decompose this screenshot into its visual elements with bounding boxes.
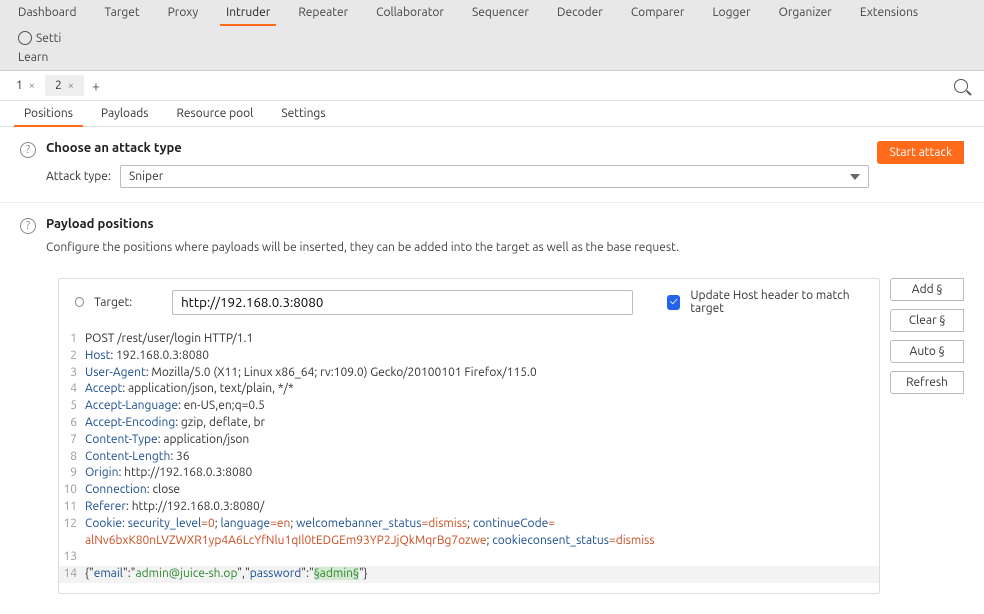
main-tabs: Dashboard Target Proxy Intruder Repeater… — [0, 0, 984, 71]
tab-decoder[interactable]: Decoder — [543, 0, 617, 25]
attack-type-label: Attack type: — [46, 170, 114, 183]
search-icon[interactable] — [954, 79, 968, 93]
tab-logger[interactable]: Logger — [698, 0, 764, 25]
help-icon[interactable]: ? — [20, 218, 36, 234]
tab-positions[interactable]: Positions — [10, 101, 87, 126]
tab-repeater[interactable]: Repeater — [284, 0, 362, 25]
config-tabs: Positions Payloads Resource pool Setting… — [0, 101, 984, 127]
close-icon[interactable]: × — [29, 80, 35, 92]
attack-type-section: ? Choose an attack type Attack type: Sni… — [0, 127, 984, 203]
tab-intruder[interactable]: Intruder — [212, 0, 284, 25]
attack-type-select[interactable]: Sniper — [120, 165, 869, 188]
close-icon[interactable]: × — [68, 80, 74, 92]
chevron-down-icon — [850, 174, 860, 180]
payload-positions-section: ? Payload positions Configure the positi… — [0, 203, 984, 270]
tab-dashboard[interactable]: Dashboard — [4, 0, 90, 25]
update-host-label: Update Host header to match target — [690, 289, 863, 315]
intruder-tab-1[interactable]: 1× — [6, 75, 45, 96]
target-label: Target: — [94, 296, 162, 309]
tab-sequencer[interactable]: Sequencer — [458, 0, 543, 25]
payload-positions-desc: Configure the positions where payloads w… — [46, 241, 964, 254]
auto-marker-button[interactable]: Auto § — [890, 340, 964, 363]
intruder-tabs: 1× 2× + — [0, 71, 984, 101]
request-code[interactable]: 1POST /rest/user/login HTTP/1.1 2Host: 1… — [59, 325, 879, 593]
tab-extensions[interactable]: Extensions — [846, 0, 932, 25]
help-icon[interactable]: ? — [20, 142, 36, 158]
tab-collaborator[interactable]: Collaborator — [362, 0, 458, 25]
payload-positions-heading: Payload positions — [46, 217, 964, 231]
add-marker-button[interactable]: Add § — [890, 278, 964, 301]
record-icon[interactable] — [75, 297, 84, 307]
marker-buttons: Add § Clear § Auto § Refresh — [890, 278, 964, 594]
start-attack-button[interactable]: Start attack — [877, 141, 964, 164]
tab-proxy[interactable]: Proxy — [154, 0, 213, 25]
target-input[interactable] — [172, 290, 633, 315]
gear-icon — [18, 31, 32, 45]
add-tab-button[interactable]: + — [84, 78, 108, 94]
update-host-checkbox[interactable] — [667, 295, 680, 310]
refresh-button[interactable]: Refresh — [890, 371, 964, 394]
tab-settings[interactable]: Setti — [4, 25, 75, 51]
intruder-tab-2[interactable]: 2× — [45, 75, 84, 96]
tab-resource-pool[interactable]: Resource pool — [162, 101, 267, 126]
tab-comparer[interactable]: Comparer — [617, 0, 699, 25]
attack-type-heading: Choose an attack type — [46, 141, 877, 155]
tab-learn[interactable]: Learn — [4, 51, 980, 70]
tab-organizer[interactable]: Organizer — [765, 0, 846, 25]
tab-settings-inner[interactable]: Settings — [267, 101, 339, 126]
tab-target[interactable]: Target — [90, 0, 153, 25]
tab-payloads[interactable]: Payloads — [87, 101, 163, 126]
request-editor[interactable]: Target: Update Host header to match targ… — [58, 278, 880, 594]
clear-marker-button[interactable]: Clear § — [890, 309, 964, 332]
